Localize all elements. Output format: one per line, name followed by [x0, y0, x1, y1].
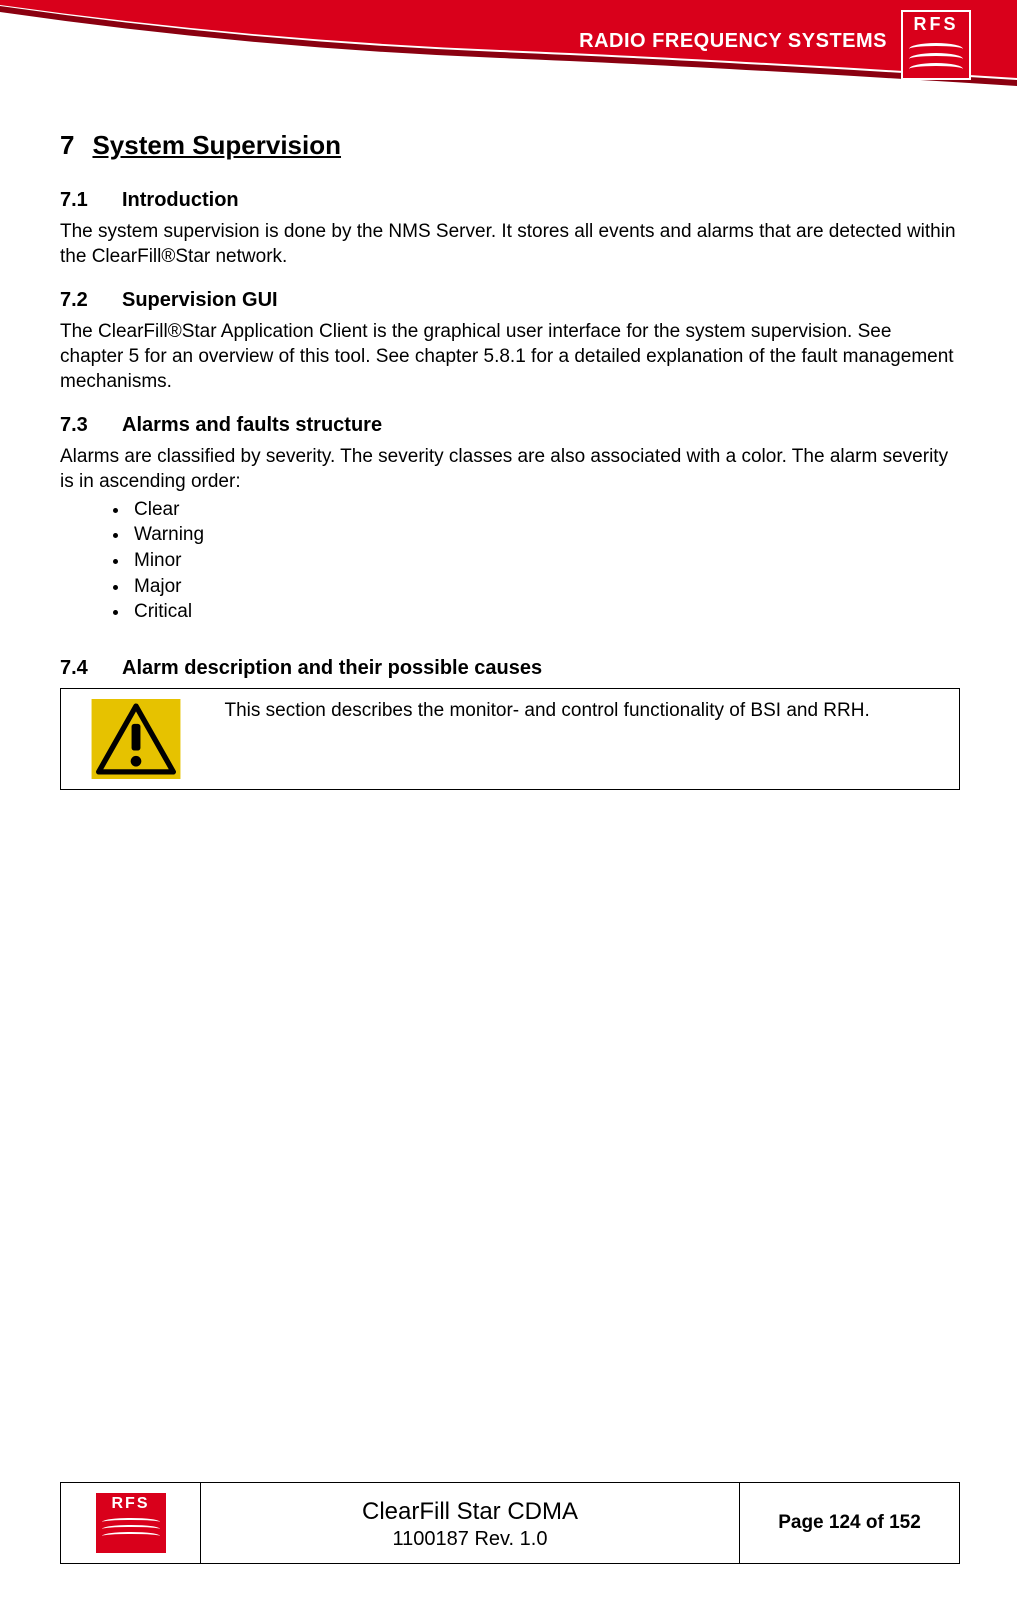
- page-number: Page 124 of 152: [778, 1512, 921, 1533]
- header-logo: RFS: [901, 10, 971, 80]
- warning-icon: [91, 699, 181, 779]
- heading-2-title: Introduction: [122, 189, 239, 212]
- page: RADIO FREQUENCY SYSTEMS RFS 7 System Sup…: [0, 0, 1017, 1610]
- heading-2: 7.2 Supervision GUI: [60, 289, 960, 312]
- paragraph: The ClearFill®Star Application Client is…: [60, 320, 960, 394]
- section-7-3: 7.3 Alarms and faults structure Alarms a…: [60, 414, 960, 625]
- section-7-2: 7.2 Supervision GUI The ClearFill®Star A…: [60, 289, 960, 394]
- list-item: Warning: [130, 522, 960, 548]
- list-item: Major: [130, 574, 960, 600]
- heading-2-title: Alarms and faults structure: [122, 414, 382, 437]
- note-text: This section describes the monitor- and …: [225, 699, 946, 724]
- footer-logo-waves-icon: [96, 1513, 166, 1541]
- content-area: 7 System Supervision 7.1 Introduction Th…: [60, 130, 960, 810]
- heading-2-number: 7.3: [60, 414, 104, 437]
- heading-2-title: Alarm description and their possible cau…: [122, 657, 542, 680]
- heading-1-title: System Supervision: [92, 130, 341, 161]
- heading-2-number: 7.1: [60, 189, 104, 212]
- heading-1: 7 System Supervision: [60, 130, 960, 161]
- list-item: Minor: [130, 548, 960, 574]
- list-item: Critical: [130, 599, 960, 625]
- footer-logo-text: RFS: [96, 1493, 166, 1513]
- heading-2-title: Supervision GUI: [122, 289, 278, 312]
- heading-2: 7.1 Introduction: [60, 189, 960, 212]
- page-header: RADIO FREQUENCY SYSTEMS RFS: [0, 0, 1017, 100]
- company-name: RADIO FREQUENCY SYSTEMS: [579, 30, 887, 53]
- heading-2-number: 7.2: [60, 289, 104, 312]
- footer-title: ClearFill Star CDMA: [209, 1495, 731, 1529]
- header-logo-waves-icon: [903, 35, 969, 75]
- heading-2-number: 7.4: [60, 657, 104, 680]
- paragraph: Alarms are classified by severity. The s…: [60, 445, 960, 494]
- footer-logo: RFS: [96, 1493, 166, 1553]
- severity-list: Clear Warning Minor Major Critical: [130, 497, 960, 625]
- footer-subtitle: 1100187 Rev. 1.0: [209, 1528, 731, 1551]
- header-logo-text: RFS: [903, 12, 969, 35]
- list-item: Clear: [130, 497, 960, 523]
- heading-1-number: 7: [60, 130, 74, 161]
- page-footer: RFS ClearFill Star CDMA 1100187 Rev. 1.0…: [60, 1482, 960, 1564]
- paragraph: The system supervision is done by the NM…: [60, 220, 960, 269]
- section-7-1: 7.1 Introduction The system supervision …: [60, 189, 960, 269]
- section-7-4: 7.4 Alarm description and their possible…: [60, 657, 960, 790]
- note-box: This section describes the monitor- and …: [60, 688, 960, 790]
- heading-2: 7.3 Alarms and faults structure: [60, 414, 960, 437]
- heading-2: 7.4 Alarm description and their possible…: [60, 657, 960, 680]
